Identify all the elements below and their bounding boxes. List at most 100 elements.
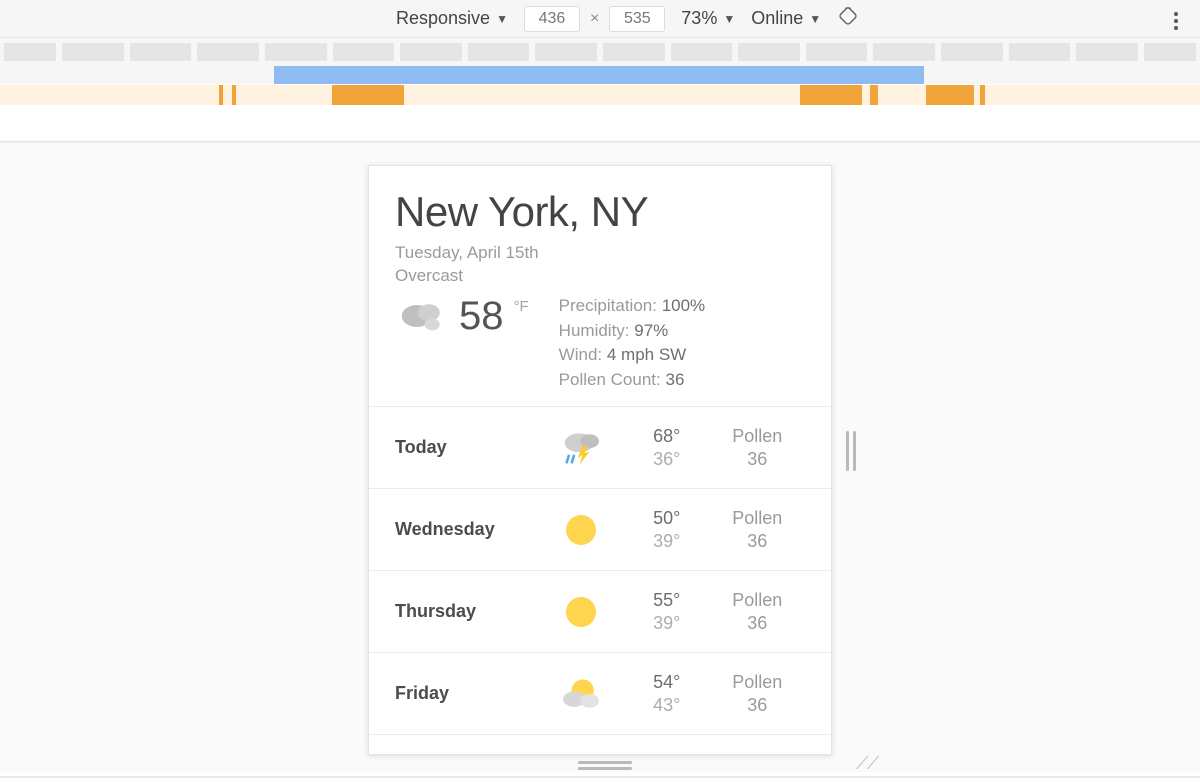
device-stage: New York, NY Tuesday, April 15th Overcas… bbox=[0, 142, 1200, 772]
ruler-segment[interactable] bbox=[333, 43, 395, 61]
precip-value: 100% bbox=[662, 296, 705, 315]
breakpoint-ruler[interactable] bbox=[0, 38, 1200, 66]
humidity-value: 97% bbox=[634, 321, 668, 340]
precip-label: Precipitation: bbox=[559, 296, 657, 315]
forecast-storm-icon bbox=[538, 428, 624, 468]
condition-label: Overcast bbox=[395, 265, 805, 288]
ruler-segment[interactable] bbox=[873, 43, 935, 61]
forecast-row: Saturday64°46°Pollen36 bbox=[369, 735, 831, 755]
weather-card: New York, NY Tuesday, April 15th Overcas… bbox=[368, 165, 832, 755]
wind-label: Wind: bbox=[559, 345, 602, 364]
breakpoint-marker[interactable] bbox=[219, 85, 223, 105]
breakpoint-marker[interactable] bbox=[800, 85, 862, 105]
forecast-low: 39° bbox=[624, 530, 710, 553]
pollen-word: Pollen bbox=[710, 507, 805, 530]
breakpoint-marker[interactable] bbox=[980, 85, 985, 105]
height-input[interactable] bbox=[609, 6, 665, 32]
kebab-icon bbox=[1174, 12, 1178, 16]
device-label: Responsive bbox=[396, 8, 490, 29]
card-header: New York, NY Tuesday, April 15th Overcas… bbox=[369, 166, 831, 407]
breakpoint-marker[interactable] bbox=[926, 85, 974, 105]
pollen-count: 36 bbox=[710, 448, 805, 471]
pollen-value: 36 bbox=[665, 370, 684, 389]
device-dropdown[interactable]: Responsive ▼ bbox=[396, 8, 508, 29]
ruler-segment[interactable] bbox=[671, 43, 733, 61]
ruler-segment[interactable] bbox=[603, 43, 665, 61]
ruler-segment[interactable] bbox=[941, 43, 1003, 61]
stats-block: Precipitation: 100% Humidity: 97% Wind: … bbox=[559, 294, 706, 393]
ruler-segment[interactable] bbox=[468, 43, 530, 61]
footer-divider bbox=[0, 776, 1200, 778]
chevron-down-icon: ▼ bbox=[496, 12, 508, 26]
ruler-segment[interactable] bbox=[197, 43, 259, 61]
ruler-segment[interactable] bbox=[738, 43, 800, 61]
viewport-range-bar[interactable] bbox=[274, 66, 924, 84]
pollen-word: Pollen bbox=[710, 425, 805, 448]
forecast-row: Wednesday 50°39°Pollen36 bbox=[369, 489, 831, 571]
width-input[interactable] bbox=[524, 6, 580, 32]
ruler-segment[interactable] bbox=[62, 43, 124, 61]
forecast-day: Wednesday bbox=[395, 519, 538, 540]
temp-unit: °F bbox=[514, 298, 529, 315]
current-temp: 58 bbox=[459, 294, 504, 339]
ruler-segment[interactable] bbox=[1076, 43, 1138, 61]
current-row: 58 °F Precipitation: 100% Humidity: 97% … bbox=[395, 294, 805, 393]
resize-handle-right[interactable] bbox=[844, 431, 858, 471]
forecast-high: 55° bbox=[624, 589, 710, 612]
pollen-count: 36 bbox=[710, 530, 805, 553]
forecast-low: 36° bbox=[624, 448, 710, 471]
resize-handle-bottom[interactable] bbox=[578, 761, 632, 771]
chevron-down-icon: ▼ bbox=[723, 12, 735, 26]
forecast-day: Thursday bbox=[395, 601, 538, 622]
zoom-dropdown[interactable]: 73% ▼ bbox=[681, 8, 735, 29]
forecast-pollen: Pollen36 bbox=[710, 753, 805, 755]
forecast-high: 68° bbox=[624, 425, 710, 448]
forecast-row: Thursday55°39°Pollen36 bbox=[369, 571, 831, 653]
forecast-temps: 50°39° bbox=[624, 507, 710, 552]
breakpoint-marker[interactable] bbox=[232, 85, 236, 105]
current-temp-block: 58 °F bbox=[395, 294, 529, 393]
forecast-pollen: Pollen36 bbox=[710, 507, 805, 552]
ruler-segment[interactable] bbox=[806, 43, 868, 61]
pollen-count: 36 bbox=[710, 694, 805, 717]
city-heading: New York, NY bbox=[395, 188, 805, 236]
emulated-viewport: New York, NY Tuesday, April 15th Overcas… bbox=[368, 165, 832, 755]
forecast-row: Friday54°43°Pollen36 bbox=[369, 653, 831, 735]
pollen-count: 36 bbox=[710, 612, 805, 635]
rotate-button[interactable] bbox=[837, 5, 859, 32]
forecast-temps: 55°39° bbox=[624, 589, 710, 634]
times-label: × bbox=[590, 10, 599, 28]
devtools-toolbar: Responsive ▼ × 73% ▼ Online ▼ bbox=[0, 0, 1200, 38]
pollen-word: Pollen bbox=[710, 753, 805, 755]
ruler-segment[interactable] bbox=[535, 43, 597, 61]
ruler-segment[interactable] bbox=[1144, 43, 1196, 61]
more-options-button[interactable] bbox=[1170, 8, 1182, 34]
overcast-icon bbox=[395, 294, 449, 343]
breakpoint-marker[interactable] bbox=[870, 85, 878, 105]
forecast-sunny-icon bbox=[538, 510, 624, 550]
ruler-segment[interactable] bbox=[1009, 43, 1071, 61]
forecast-pollen: Pollen36 bbox=[710, 425, 805, 470]
forecast-high: 64° bbox=[624, 753, 710, 755]
forecast-sunny-icon bbox=[538, 592, 624, 632]
wind-value: 4 mph SW bbox=[607, 345, 686, 364]
throttle-dropdown[interactable]: Online ▼ bbox=[751, 8, 821, 29]
forecast-high: 50° bbox=[624, 507, 710, 530]
ruler-segment[interactable] bbox=[130, 43, 192, 61]
forecast-temps: 68°36° bbox=[624, 425, 710, 470]
date-label: Tuesday, April 15th bbox=[395, 242, 805, 265]
viewport-dimensions: × bbox=[524, 6, 665, 32]
selection-row bbox=[0, 66, 1200, 84]
ruler-segment[interactable] bbox=[265, 43, 327, 61]
forecast-day: Friday bbox=[395, 683, 538, 704]
ruler-segment[interactable] bbox=[4, 43, 56, 61]
header-meta: Tuesday, April 15th Overcast bbox=[395, 242, 805, 288]
forecast-low: 39° bbox=[624, 612, 710, 635]
forecast-list: Today68°36°Pollen36Wednesday50°39°Pollen… bbox=[369, 407, 831, 755]
ruler-segment[interactable] bbox=[400, 43, 462, 61]
breakpoint-marker[interactable] bbox=[332, 85, 404, 105]
media-query-row[interactable] bbox=[0, 85, 1200, 105]
forecast-day: Today bbox=[395, 437, 538, 458]
resize-handle-corner[interactable]: ⟋⟋ bbox=[856, 753, 877, 774]
chevron-down-icon: ▼ bbox=[809, 12, 821, 26]
